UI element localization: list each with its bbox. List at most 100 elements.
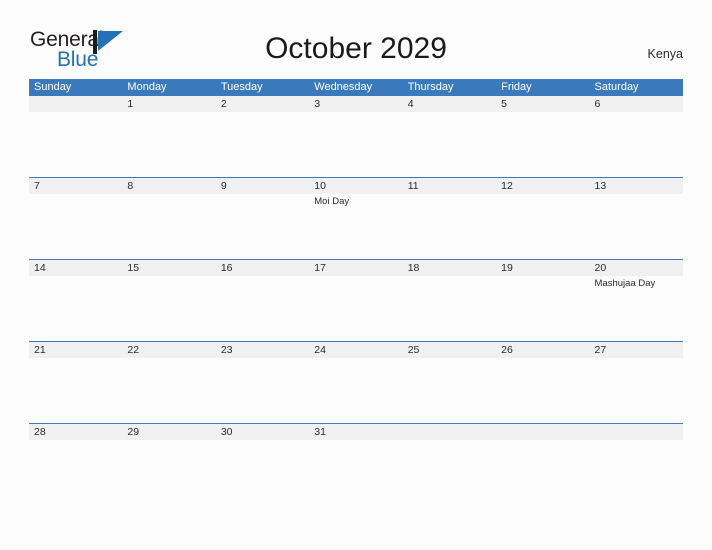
day-number[interactable]: 31 <box>309 424 402 440</box>
day-number[interactable]: 7 <box>29 178 122 194</box>
day-number[interactable]: 18 <box>403 260 496 276</box>
day-cell[interactable] <box>122 276 215 341</box>
day-number[interactable]: 23 <box>216 342 309 358</box>
day-cell[interactable]: Moi Day <box>309 194 402 259</box>
day-cell[interactable] <box>122 194 215 259</box>
weekday-thursday: Thursday <box>407 81 454 93</box>
day-number[interactable]: 26 <box>496 342 589 358</box>
day-cell[interactable] <box>590 440 683 505</box>
week-event-band <box>29 440 683 505</box>
day-cell[interactable] <box>216 358 309 423</box>
day-cell[interactable] <box>403 112 496 177</box>
weekday-friday: Friday <box>501 81 532 93</box>
week-row: 14 15 16 17 18 19 20 Mashujaa Day <box>29 259 683 341</box>
day-cell[interactable] <box>309 276 402 341</box>
day-number[interactable]: 11 <box>403 178 496 194</box>
week-date-band: 21 22 23 24 25 26 27 <box>29 342 683 358</box>
day-cell[interactable] <box>309 112 402 177</box>
day-number[interactable]: 9 <box>216 178 309 194</box>
day-number[interactable]: 30 <box>216 424 309 440</box>
day-cell[interactable] <box>309 358 402 423</box>
calendar-page: General Blue October 2029 Kenya Sunday M… <box>0 0 712 550</box>
day-number[interactable]: 8 <box>122 178 215 194</box>
day-number[interactable]: 1 <box>122 96 215 112</box>
week-date-band: 1 2 3 4 5 6 <box>29 96 683 112</box>
week-date-band: 14 15 16 17 18 19 20 <box>29 260 683 276</box>
day-number[interactable]: 28 <box>29 424 122 440</box>
day-cell[interactable] <box>29 194 122 259</box>
day-number[interactable]: 29 <box>122 424 215 440</box>
week-event-band: Moi Day <box>29 194 683 259</box>
day-cell[interactable] <box>403 194 496 259</box>
day-cell[interactable] <box>29 112 122 177</box>
day-cell[interactable] <box>590 112 683 177</box>
day-number[interactable]: 20 <box>590 260 683 276</box>
day-number[interactable]: 27 <box>590 342 683 358</box>
day-cell[interactable] <box>496 358 589 423</box>
week-row: 28 29 30 31 <box>29 423 683 505</box>
day-number[interactable]: 15 <box>122 260 215 276</box>
day-number[interactable]: 25 <box>403 342 496 358</box>
day-cell[interactable] <box>216 194 309 259</box>
week-date-band: 28 29 30 31 <box>29 424 683 440</box>
day-number[interactable]: 5 <box>496 96 589 112</box>
page-header: General Blue October 2029 Kenya <box>0 0 712 76</box>
day-cell[interactable] <box>122 358 215 423</box>
day-cell[interactable] <box>403 276 496 341</box>
day-number[interactable]: 13 <box>590 178 683 194</box>
day-cell[interactable] <box>29 276 122 341</box>
day-cell[interactable] <box>590 194 683 259</box>
week-row: 1 2 3 4 5 6 <box>29 96 683 177</box>
day-number[interactable] <box>496 424 589 440</box>
day-number[interactable]: 17 <box>309 260 402 276</box>
day-cell[interactable] <box>496 194 589 259</box>
day-cell[interactable] <box>216 112 309 177</box>
day-cell[interactable] <box>496 276 589 341</box>
day-number[interactable] <box>29 96 122 112</box>
day-number[interactable]: 4 <box>403 96 496 112</box>
week-event-band <box>29 358 683 423</box>
day-cell[interactable] <box>496 112 589 177</box>
week-event-band <box>29 112 683 177</box>
day-cell[interactable] <box>216 276 309 341</box>
day-cell[interactable] <box>403 440 496 505</box>
day-number[interactable]: 6 <box>590 96 683 112</box>
day-number[interactable] <box>590 424 683 440</box>
day-number[interactable] <box>403 424 496 440</box>
day-number[interactable]: 14 <box>29 260 122 276</box>
day-number[interactable]: 2 <box>216 96 309 112</box>
day-number[interactable]: 24 <box>309 342 402 358</box>
day-cell[interactable] <box>122 440 215 505</box>
page-title: October 2029 <box>265 32 447 65</box>
day-number[interactable]: 12 <box>496 178 589 194</box>
weekday-saturday: Saturday <box>594 81 639 93</box>
day-cell[interactable] <box>403 358 496 423</box>
week-row: 7 8 9 10 11 12 13 Moi Day <box>29 177 683 259</box>
calendar-grid: Sunday Monday Tuesday Wednesday Thursday… <box>29 79 683 505</box>
day-event: Moi Day <box>314 196 350 207</box>
day-cell[interactable]: Mashujaa Day <box>590 276 683 341</box>
day-cell[interactable] <box>309 440 402 505</box>
weekday-header-row: Sunday Monday Tuesday Wednesday Thursday… <box>29 79 683 96</box>
weekday-monday: Monday <box>127 81 167 93</box>
day-cell[interactable] <box>29 440 122 505</box>
weekday-sunday: Sunday <box>34 81 72 93</box>
day-cell[interactable] <box>122 112 215 177</box>
day-event: Mashujaa Day <box>594 278 656 289</box>
day-cell[interactable] <box>496 440 589 505</box>
week-date-band: 7 8 9 10 11 12 13 <box>29 178 683 194</box>
day-number[interactable]: 10 <box>309 178 402 194</box>
day-cell[interactable] <box>590 358 683 423</box>
week-event-band: Mashujaa Day <box>29 276 683 341</box>
region-label: Kenya <box>647 47 683 61</box>
day-number[interactable]: 3 <box>309 96 402 112</box>
day-number[interactable]: 19 <box>496 260 589 276</box>
day-cell[interactable] <box>29 358 122 423</box>
weekday-wednesday: Wednesday <box>314 81 373 93</box>
day-number[interactable]: 22 <box>122 342 215 358</box>
day-cell[interactable] <box>216 440 309 505</box>
day-number[interactable]: 21 <box>29 342 122 358</box>
weekday-tuesday: Tuesday <box>220 81 263 93</box>
day-number[interactable]: 16 <box>216 260 309 276</box>
week-row: 21 22 23 24 25 26 27 <box>29 341 683 423</box>
